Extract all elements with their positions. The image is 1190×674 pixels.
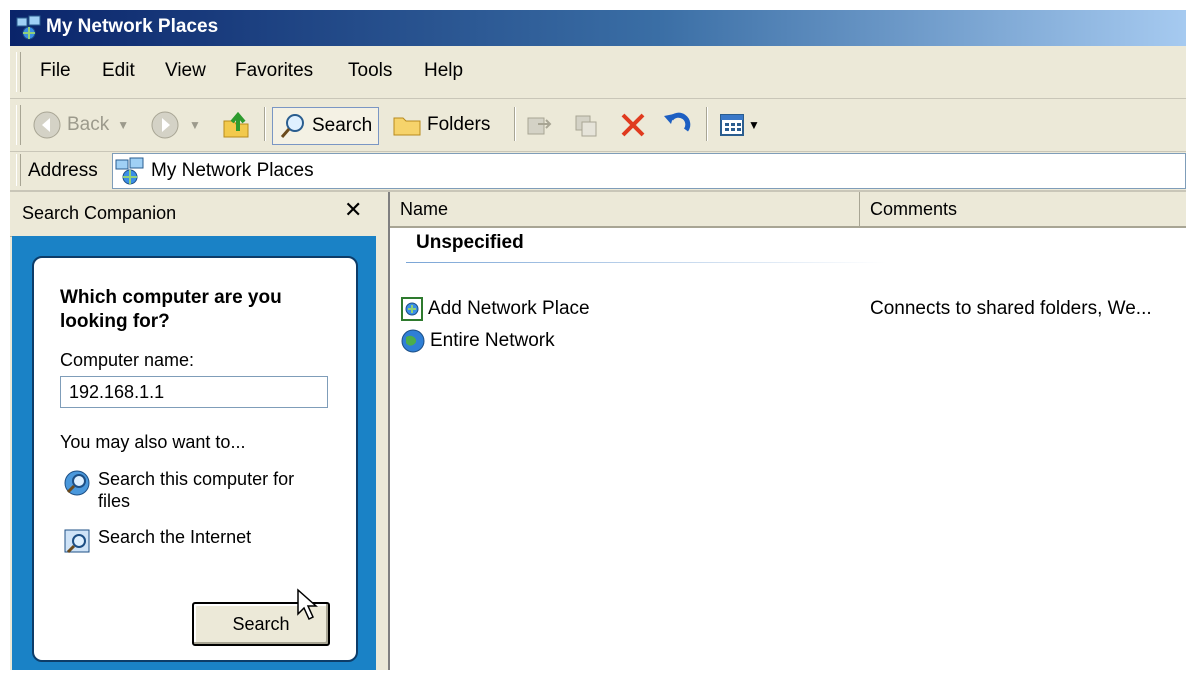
toolbar-grip[interactable] [16, 105, 21, 145]
address-label: Address [28, 160, 98, 181]
mouse-cursor-icon [297, 588, 318, 621]
forward-arrow-icon [151, 111, 179, 139]
copy-to-button[interactable] [572, 107, 602, 143]
search-toggle-button[interactable]: Search [272, 107, 380, 145]
close-icon[interactable]: ✕ [344, 198, 362, 223]
title-bar[interactable]: My Network Places [10, 10, 1186, 46]
address-input[interactable]: My Network Places [112, 153, 1186, 189]
views-icon [720, 114, 744, 136]
column-header-comments[interactable]: Comments [860, 192, 1186, 228]
menu-tools[interactable]: Tools [348, 60, 392, 82]
delete-button[interactable] [618, 107, 648, 143]
menu-file[interactable]: File [40, 60, 71, 82]
menu-bar: File Edit View Favorites Tools Help [10, 46, 1186, 99]
list-item-comment: Connects to shared folders, We... [870, 298, 1152, 319]
group-header: Unspecified [416, 232, 524, 253]
address-bar: Address My Network Places [10, 152, 1186, 192]
menu-help[interactable]: Help [424, 60, 463, 82]
menu-favorites[interactable]: Favorites [235, 60, 313, 82]
list-item[interactable]: Add Network Place [400, 296, 590, 322]
toolbar-separator [264, 107, 266, 141]
search-computer-link[interactable]: Search this computer for files [62, 468, 328, 512]
search-companion-pane: Search Companion ✕ Which computer are yo… [10, 192, 376, 670]
computer-name-field[interactable] [60, 376, 328, 408]
search-internet-link[interactable]: Search the Internet [62, 526, 328, 556]
search-computer-icon [64, 470, 90, 496]
search-companion-header: Search Companion ✕ [10, 192, 376, 237]
list-item[interactable]: Entire Network [400, 328, 555, 354]
network-places-icon [16, 15, 41, 40]
menu-grip[interactable] [16, 52, 21, 92]
file-list-pane: Name Comments Unspecified Add Network Pl… [388, 192, 1186, 670]
explorer-window: My Network Places File Edit View Favorit… [10, 10, 1186, 670]
folders-button[interactable]: Folders [392, 107, 490, 143]
magnifier-icon [280, 114, 304, 138]
move-to-button[interactable] [524, 107, 554, 143]
back-button[interactable]: Back ▼ [32, 107, 129, 143]
search-internet-icon [64, 529, 90, 554]
undo-icon [664, 112, 691, 132]
also-want-text: You may also want to... [60, 432, 246, 452]
address-value: My Network Places [151, 160, 314, 181]
add-network-place-icon [401, 297, 423, 321]
list-item-name: Add Network Place [428, 298, 590, 319]
search-companion-background: Which computer are you looking for? Comp… [12, 236, 376, 670]
window-title: My Network Places [46, 16, 219, 37]
move-to-icon [527, 117, 552, 135]
address-grip[interactable] [16, 154, 21, 186]
forward-button[interactable]: ▼ [150, 107, 201, 143]
folder-icon [393, 117, 421, 136]
views-dropdown-icon[interactable]: ▼ [748, 118, 760, 132]
toolbar-separator [514, 107, 516, 141]
toolbar-separator [706, 107, 708, 141]
globe-icon [401, 329, 425, 353]
views-button[interactable]: ▼ [718, 107, 760, 143]
menu-edit[interactable]: Edit [102, 60, 135, 82]
undo-button[interactable] [662, 107, 692, 143]
network-places-icon [115, 157, 144, 185]
forward-dropdown-icon[interactable]: ▼ [189, 118, 201, 132]
standard-toolbar: Back ▼ ▼ Search Folders ▼ [10, 99, 1186, 152]
back-arrow-icon [33, 111, 61, 139]
delete-x-icon [621, 113, 645, 137]
menu-view[interactable]: View [165, 60, 206, 82]
back-dropdown-icon[interactable]: ▼ [117, 118, 129, 132]
list-item-name: Entire Network [430, 330, 555, 351]
search-question: Which computer are you looking for? [60, 287, 282, 332]
computer-name-label: Computer name: [60, 350, 195, 370]
up-folder-icon [223, 111, 249, 138]
column-header-name[interactable]: Name [390, 192, 860, 228]
copy-to-icon [575, 115, 597, 137]
group-divider [406, 262, 886, 263]
search-companion-title: Search Companion [22, 203, 177, 223]
up-folder-button[interactable] [220, 107, 252, 143]
